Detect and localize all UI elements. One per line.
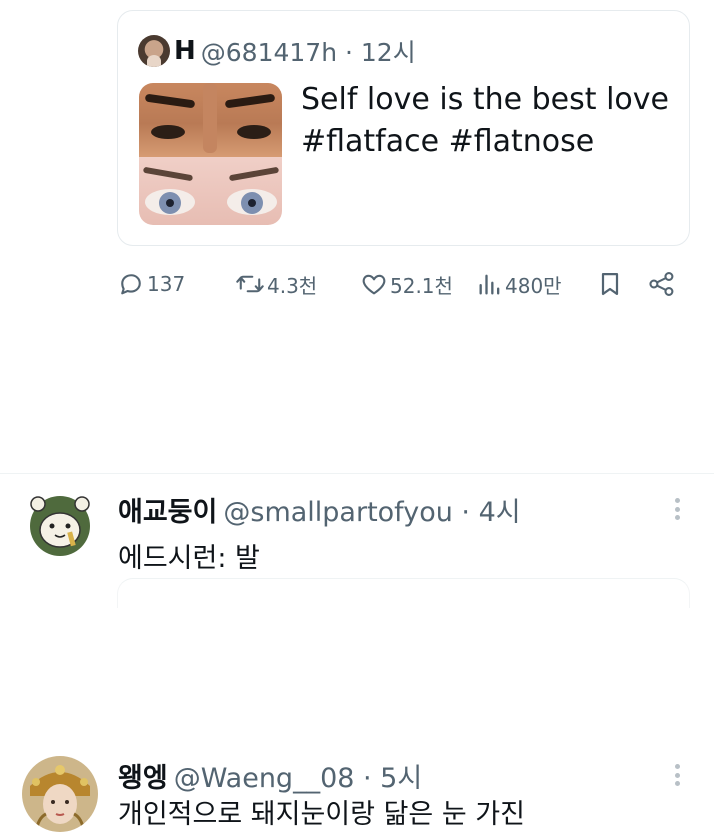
- quoted-tweet-card[interactable]: H @681417h · 12시 Self love is the best l…: [117, 10, 690, 246]
- media-top-half: [139, 83, 282, 157]
- avatar[interactable]: [22, 756, 98, 832]
- avatar[interactable]: [22, 486, 98, 562]
- reply-handle-time: @Waeng__08 · 5시: [173, 763, 423, 794]
- retweet-count: 4.3천: [267, 273, 318, 298]
- quoted-tweet-header: H @681417h · 12시: [138, 33, 416, 69]
- media-bottom-half: [139, 157, 282, 225]
- more-options-icon[interactable]: [670, 494, 684, 524]
- reply-icon: [117, 270, 145, 298]
- embedded-card-edge: [117, 578, 690, 608]
- reply-count: 137: [147, 272, 186, 296]
- quoted-author-name[interactable]: H: [174, 36, 196, 66]
- reply-handle-time: @smallpartofyou · 4시: [223, 497, 521, 528]
- quoted-tweet-text: Self love is the best love #flatface #fl…: [301, 82, 669, 159]
- retweet-button[interactable]: 4.3천: [235, 264, 317, 304]
- reply-header: 애교둥이 @smallpartofyou · 4시: [118, 490, 521, 529]
- quoted-media-thumbnail[interactable]: [139, 83, 282, 225]
- bookmark-icon: [597, 270, 623, 298]
- tweet-action-bar: 137 4.3천 52.1천 480만: [117, 264, 687, 304]
- avatar[interactable]: [138, 35, 170, 67]
- bookmark-button[interactable]: [597, 264, 623, 304]
- reply-text: 에드시런: 발: [118, 543, 260, 574]
- divider: [0, 473, 714, 474]
- quoted-handle-time: @681417h · 12시: [200, 38, 416, 67]
- reply-header: 왱엥 @Waeng__08 · 5시: [118, 756, 422, 795]
- reply-text: 개인적으로 돼지눈이랑 닮은 눈 가진: [118, 799, 525, 830]
- bar-chart-icon: [477, 270, 503, 298]
- reply-author-name[interactable]: 왱엥: [118, 763, 168, 794]
- like-button[interactable]: 52.1천: [360, 264, 453, 304]
- share-icon: [647, 270, 677, 298]
- view-count: 480만: [505, 273, 562, 298]
- reply-author-name[interactable]: 애교둥이: [118, 497, 217, 528]
- heart-icon: [360, 270, 388, 298]
- like-count: 52.1천: [390, 273, 453, 298]
- reply-button[interactable]: 137: [117, 264, 185, 304]
- share-button[interactable]: [647, 264, 677, 304]
- more-options-icon[interactable]: [670, 760, 684, 790]
- retweet-icon: [235, 270, 265, 298]
- views-button[interactable]: 480만: [477, 264, 562, 304]
